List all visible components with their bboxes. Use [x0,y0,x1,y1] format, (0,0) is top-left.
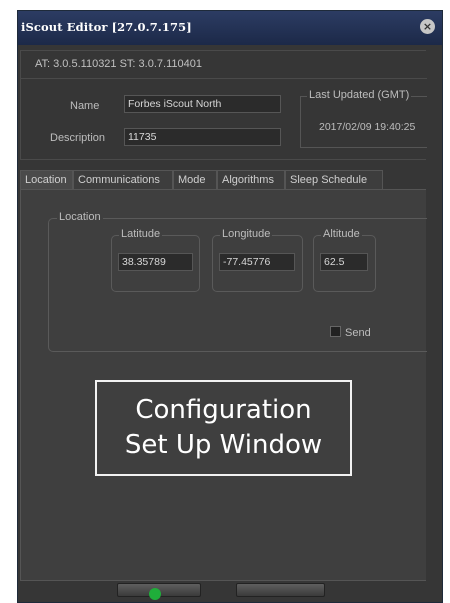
latitude-field[interactable]: 38.35789 [118,253,193,271]
altitude-field[interactable]: 62.5 [320,253,368,271]
last-updated-value: 2017/02/09 19:40:25 [319,121,416,133]
caption-line-2: Set Up Window [124,430,323,460]
altitude-label: Altitude [321,228,362,240]
latitude-group: Latitude 38.35789 [111,228,200,292]
caption-line-1: Configuration [135,395,312,425]
tab-communications[interactable]: Communications [73,170,173,190]
tab-mode[interactable]: Mode [173,170,217,190]
altitude-group: Altitude 62.5 [313,228,376,292]
longitude-label: Longitude [220,228,273,240]
divider [21,78,427,79]
longitude-group: Longitude -77.45776 [212,228,303,292]
send-checkbox[interactable]: Send [330,326,371,339]
description-field[interactable]: 11735 [124,128,281,146]
longitude-field[interactable]: -77.45776 [219,253,295,271]
last-updated-group: Last Updated (GMT) 2017/02/09 19:40:25 [300,89,427,148]
ok-button[interactable] [117,583,201,600]
last-updated-label: Last Updated (GMT) [307,89,412,101]
close-icon[interactable]: × [420,19,435,34]
name-field[interactable]: Forbes iScout North [124,95,281,113]
latitude-label: Latitude [119,228,163,240]
checkmark-icon [149,588,161,600]
tab-location[interactable]: Location [20,170,73,190]
name-label: Name [70,100,100,112]
cancel-button[interactable] [236,583,325,597]
location-group-label: Location [57,211,103,223]
title-bar[interactable]: iScout Editor [27.0.7.175] × [18,11,442,45]
device-info-panel: AT: 3.0.5.110321 ST: 3.0.7.110401 Name F… [20,50,427,160]
tab-algorithms[interactable]: Algorithms [217,170,285,190]
window-title: iScout Editor [27.0.7.175] [21,20,192,34]
version-info: AT: 3.0.5.110321 ST: 3.0.7.110401 [35,58,202,70]
tab-sleep-schedule[interactable]: Sleep Schedule [285,170,383,190]
checkbox-icon[interactable] [330,326,341,337]
tab-bar: Location Communications Mode Algorithms … [20,170,426,190]
configuration-caption: Configuration Set Up Window [95,380,352,476]
description-label: Description [50,132,106,144]
send-label: Send [345,327,371,339]
